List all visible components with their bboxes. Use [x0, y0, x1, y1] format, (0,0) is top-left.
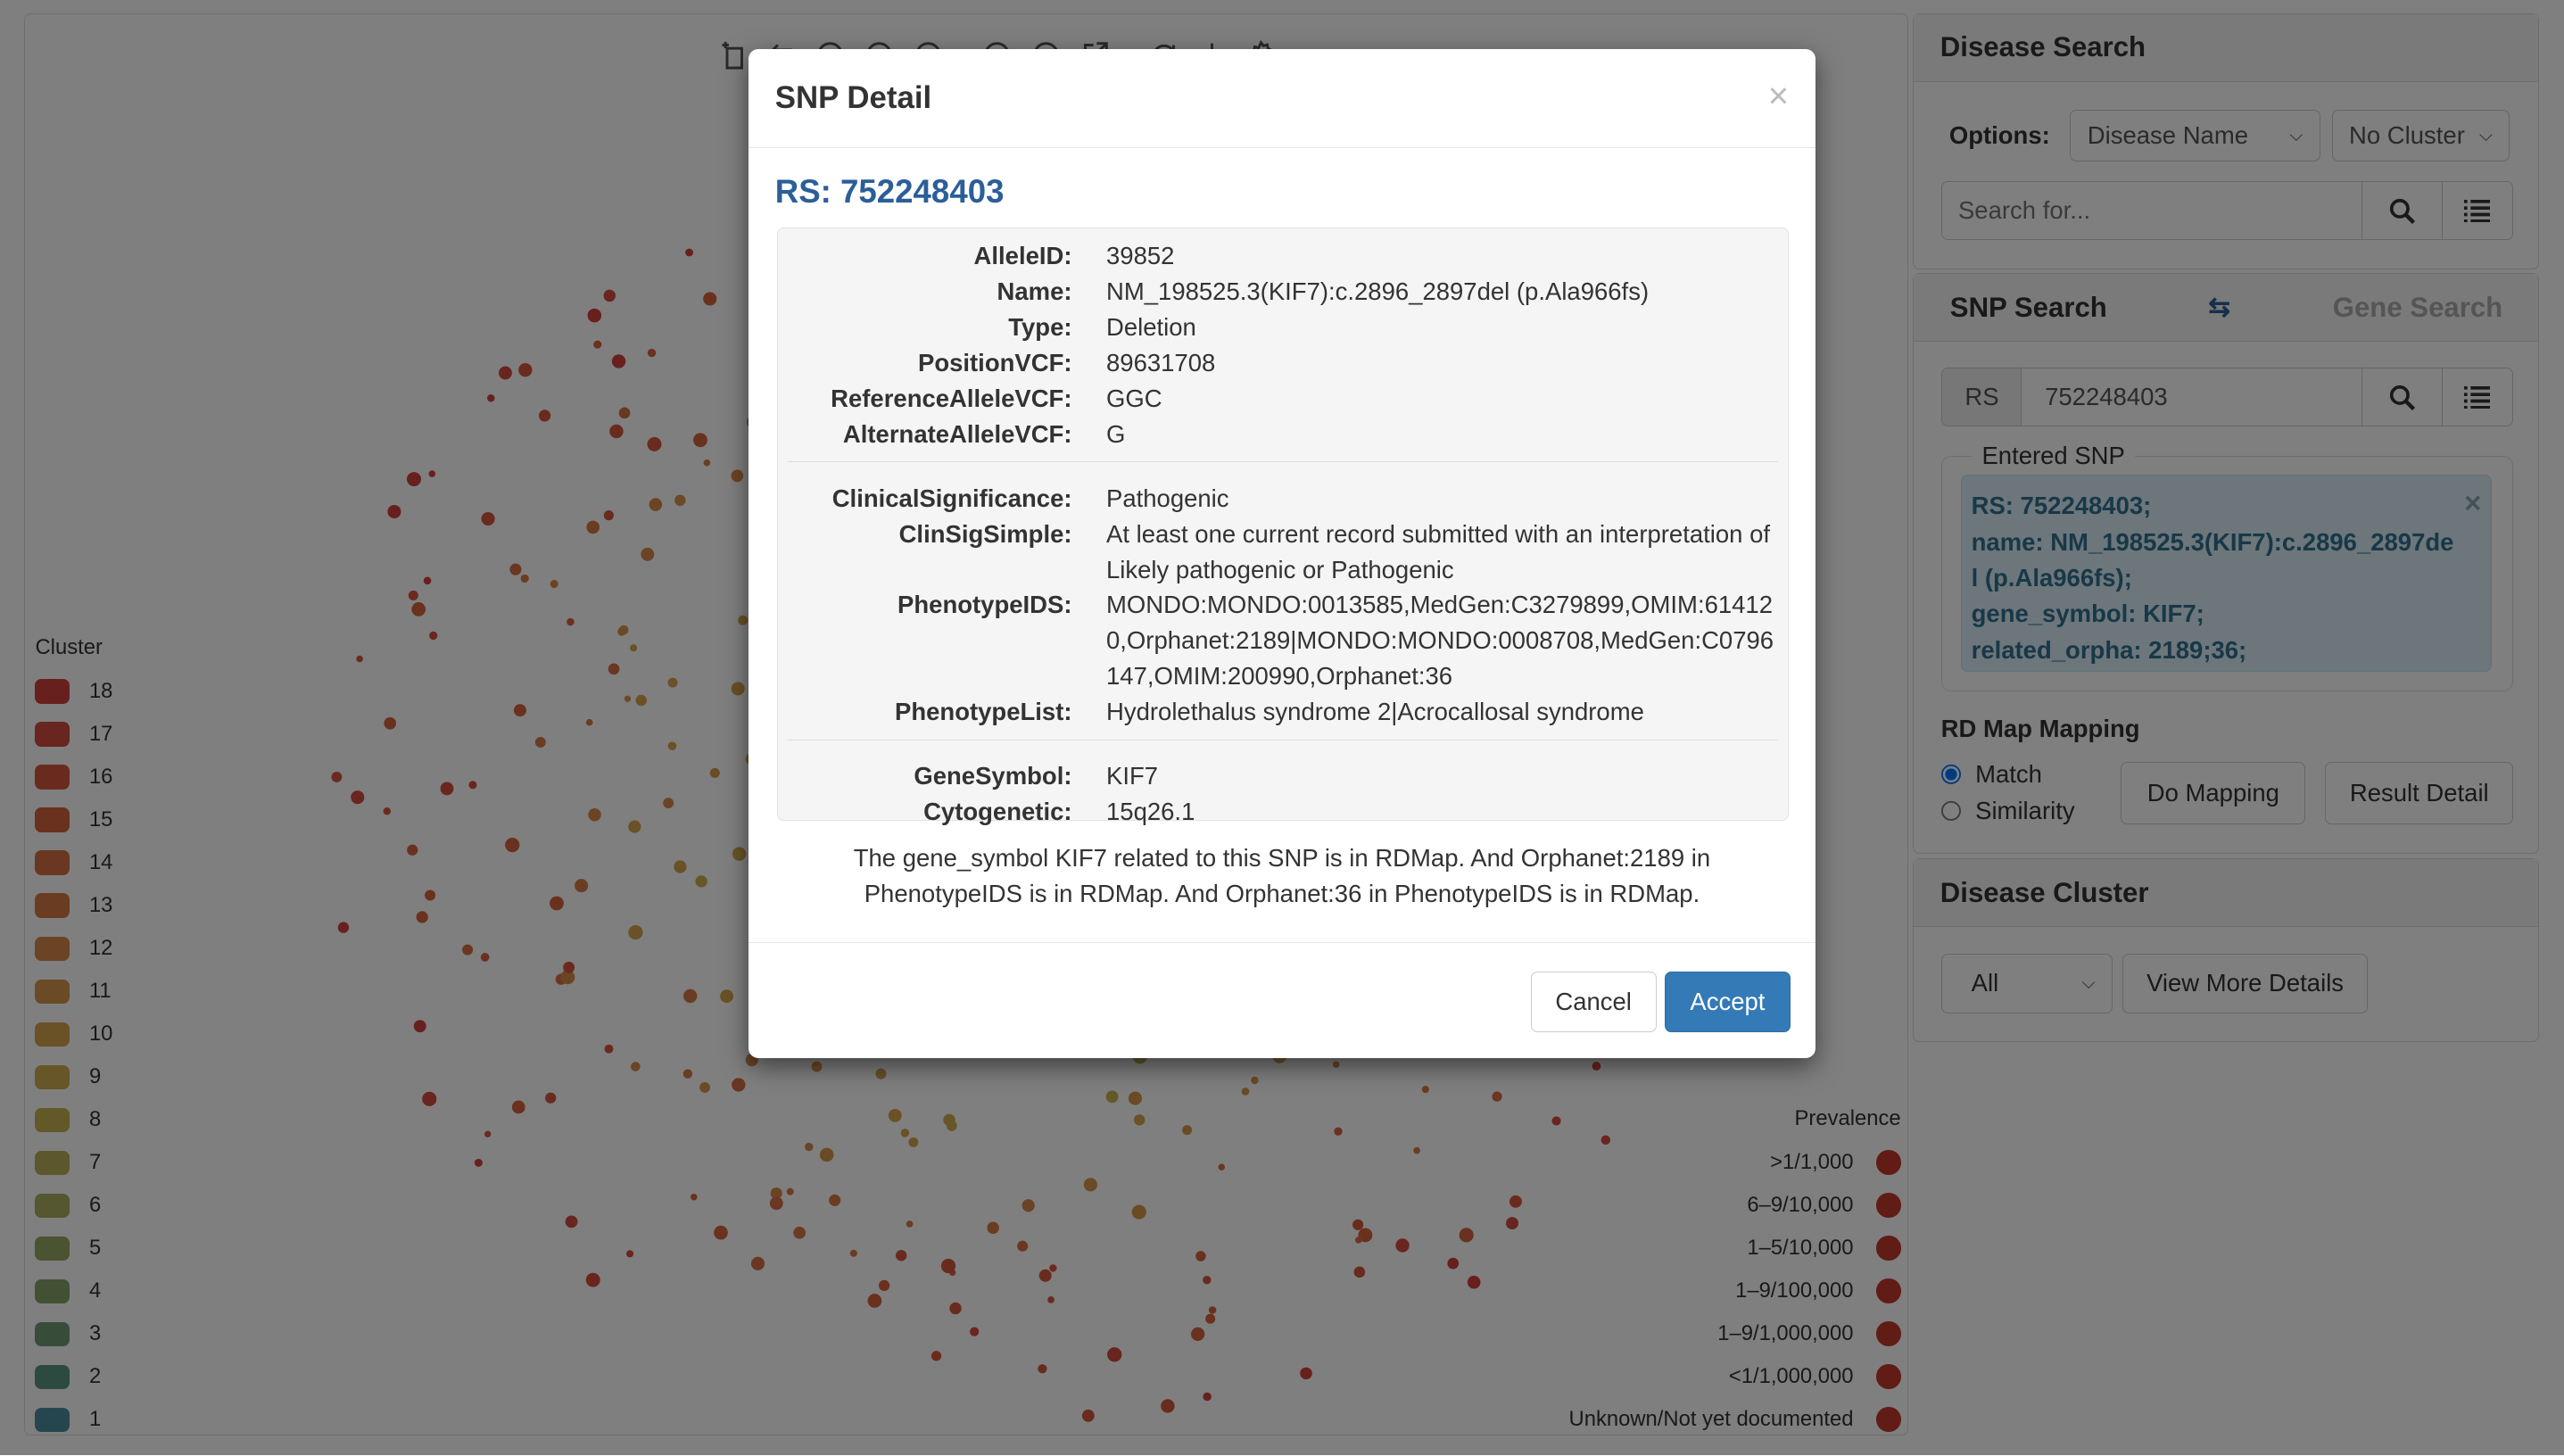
- detail-value: 39852: [1106, 241, 1175, 269]
- accept-button[interactable]: Accept: [1664, 971, 1791, 1032]
- detail-row: PhenotypeList: Hydrolethalus syndrome 2|A…: [788, 694, 1779, 730]
- detail-key: AlleleID:: [973, 241, 1072, 269]
- detail-key: PhenotypeIDS:: [897, 591, 1072, 619]
- modal-footer: [749, 941, 1815, 943]
- detail-value: Pathogenic: [1106, 484, 1229, 512]
- detail-key: PositionVCF:: [917, 348, 1072, 376]
- detail-value: MONDO:MONDO:0013585,MedGen:C3279899,OMIM…: [1106, 591, 1774, 691]
- detail-key: Name:: [997, 277, 1072, 305]
- detail-row: AlternateAlleleVCF: G: [788, 417, 1779, 452]
- detail-value: GGC: [1106, 384, 1162, 412]
- detail-value: G: [1106, 419, 1126, 448]
- detail-row: PhenotypeIDS: MONDO:MONDO:0013585,MedGen:…: [788, 587, 1779, 694]
- detail-value: 15q26.1: [1106, 798, 1195, 826]
- cancel-button[interactable]: Cancel: [1530, 971, 1657, 1032]
- detail-row: ReferenceAlleleVCF: GGC: [788, 381, 1779, 417]
- detail-key: ReferenceAlleleVCF:: [831, 384, 1072, 412]
- detail-row: Cytogenetic: 15q26.1: [788, 794, 1779, 830]
- detail-value: NM_198525.3(KIF7):c.2896_2897del (p.Ala9…: [1106, 277, 1650, 305]
- snp-detail-list: AlleleID: 39852 Name: NM_198525.3(KIF7):c.2…: [776, 227, 1790, 825]
- detail-row: Type: Deletion: [788, 310, 1779, 345]
- detail-key: GeneSymbol:: [914, 762, 1072, 790]
- detail-key: Cytogenetic:: [923, 798, 1072, 826]
- detail-value: KIF7: [1106, 762, 1159, 790]
- close-icon[interactable]: ×: [1768, 75, 1790, 117]
- detail-key: PhenotypeList:: [895, 698, 1072, 726]
- detail-value: Deletion: [1106, 312, 1196, 341]
- detail-row: ClinSigSimple: At least one current recor…: [788, 517, 1779, 588]
- detail-key: Type:: [1008, 312, 1072, 341]
- rs-title: RS: 752248403: [774, 173, 1005, 211]
- modal-title: SNP Detail: [749, 49, 1815, 148]
- detail-row: PositionVCF: 89631708: [788, 345, 1779, 381]
- detail-row: ClinicalSignificance: Pathogenic: [788, 481, 1779, 517]
- detail-value: 89631708: [1106, 348, 1216, 376]
- detail-row: AlleleID: 39852: [788, 238, 1779, 274]
- detail-row: Name: NM_198525.3(KIF7):c.2896_2897del (p…: [788, 274, 1779, 310]
- detail-value: Hydrolethalus syndrome 2|Acrocallosal sy…: [1106, 698, 1644, 726]
- detail-key: ClinSigSimple:: [898, 519, 1072, 548]
- detail-key: ClinicalSignificance:: [831, 484, 1072, 512]
- detail-value: At least one current record submitted wi…: [1106, 519, 1770, 583]
- mapping-note: The gene_symbol KIF7 related to this SNP…: [853, 844, 1711, 908]
- snp-detail-modal: SNP Detail × RS: 752248403 AlleleID: 3985…: [749, 48, 1815, 1058]
- detail-key: AlternateAlleleVCF:: [842, 419, 1072, 448]
- divider: [787, 461, 1779, 462]
- detail-row: GeneSymbol: KIF7: [788, 758, 1779, 794]
